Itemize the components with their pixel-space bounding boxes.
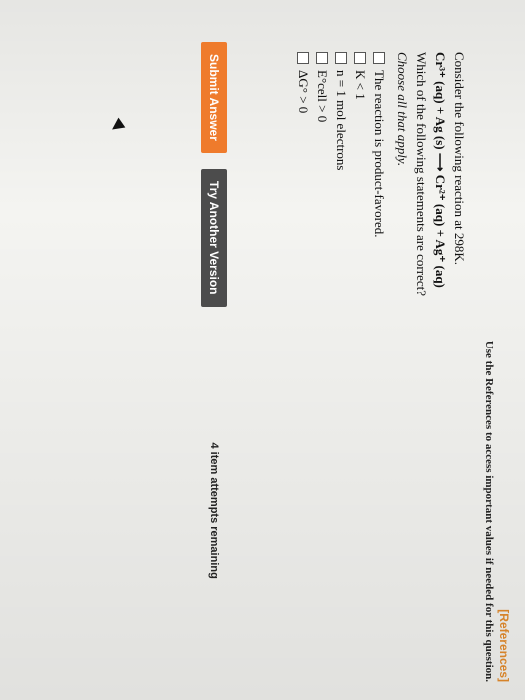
question-content: Consider the following reaction at 298K.… (294, 52, 469, 612)
question-instruction: Choose all that apply. (395, 52, 410, 167)
checkbox[interactable] (335, 52, 348, 64)
question-screen: [References] Use the References to acces… (0, 0, 525, 700)
reaction-equation: Cr³⁺ (aq) + Ag (s) ⟶ Cr²⁺ (aq) + Ag⁺ (aq… (433, 52, 448, 288)
choice-delta-g-positive[interactable]: ΔG° > 0 (294, 52, 313, 612)
references-notice: Use the References to access important v… (483, 340, 495, 682)
submit-answer-button[interactable]: Submit Answer (201, 42, 227, 153)
try-another-version-button[interactable]: Try Another Version (201, 168, 227, 307)
attempts-remaining: 4 item attempts remaining (208, 442, 220, 579)
checkbox[interactable] (373, 52, 386, 64)
checkbox[interactable] (297, 52, 310, 64)
mouse-cursor-icon (108, 117, 126, 135)
checkbox[interactable] (354, 52, 367, 64)
references-link[interactable]: [References] (497, 609, 511, 682)
choice-label: ΔG° > 0 (296, 70, 311, 114)
action-bar: Submit Answer Try Another Version 4 item… (201, 42, 227, 579)
choice-label: n = 1 mol electrons (334, 70, 349, 171)
choice-list: The reaction is product-favored. K < 1 n… (294, 52, 389, 612)
question-prompt: Which of the following statements are co… (414, 52, 429, 297)
question-intro: Consider the following reaction at 298K. (452, 52, 467, 266)
choice-label: The reaction is product-favored. (372, 70, 387, 238)
choice-product-favored[interactable]: The reaction is product-favored. (370, 52, 389, 612)
choice-label: K < 1 (353, 70, 368, 100)
choice-label: E°cell > 0 (315, 70, 330, 123)
choice-k-less-than-one[interactable]: K < 1 (351, 52, 370, 612)
choice-n-electrons[interactable]: n = 1 mol electrons (332, 52, 351, 612)
choice-ecell-positive[interactable]: E°cell > 0 (313, 52, 332, 612)
checkbox[interactable] (316, 52, 329, 64)
